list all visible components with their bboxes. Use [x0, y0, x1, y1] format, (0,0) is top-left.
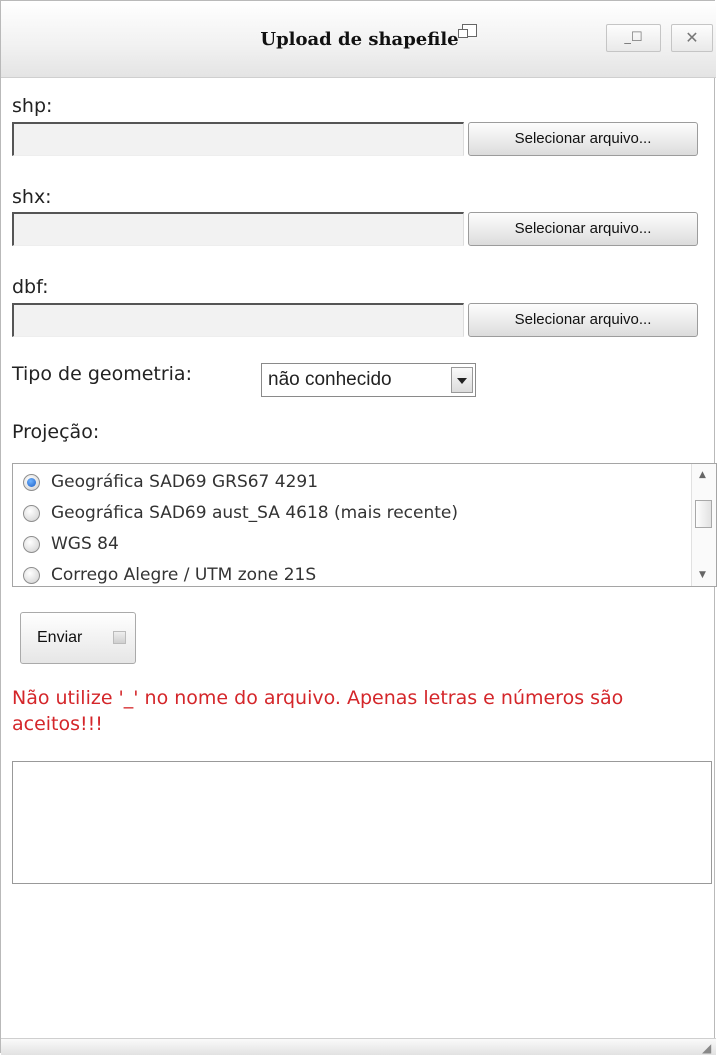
geometry-type-label: Tipo de geometria: — [12, 363, 192, 385]
shp-label: shp: — [12, 95, 53, 117]
filename-warning: Não utilize '_' no nome do arquivo. Apen… — [12, 687, 624, 735]
radio-button[interactable] — [23, 567, 40, 584]
output-textarea[interactable] — [12, 761, 712, 884]
dbf-select-file-button[interactable]: Selecionar arquivo... — [468, 303, 698, 337]
resize-grip-icon[interactable]: ◢ — [702, 1042, 714, 1054]
shp-file-field[interactable] — [12, 122, 464, 156]
popout-icon[interactable] — [457, 24, 477, 38]
projection-option-label: WGS 84 — [51, 534, 119, 554]
maximize-button[interactable]: _☐ — [606, 24, 661, 52]
projection-list[interactable]: Geográfica SAD69 GRS67 4291 Geográfica S… — [12, 463, 717, 587]
shx-label: shx: — [12, 186, 52, 208]
projection-scrollbar[interactable]: ▲ ▼ — [691, 464, 716, 586]
projection-option-label: Geográfica SAD69 aust_SA 4618 (mais rece… — [51, 503, 458, 523]
scroll-down-icon[interactable]: ▼ — [699, 570, 706, 580]
send-icon — [113, 631, 126, 644]
projection-option-label: Corrego Alegre / UTM zone 21S — [51, 565, 317, 585]
send-button-label: Enviar — [37, 629, 83, 646]
chevron-down-icon[interactable] — [451, 367, 473, 393]
radio-button[interactable] — [23, 536, 40, 553]
shp-select-file-button[interactable]: Selecionar arquivo... — [468, 122, 698, 156]
close-button[interactable]: ✕ — [671, 24, 713, 52]
geometry-type-value: não conhecido — [268, 369, 392, 390]
scroll-up-icon[interactable]: ▲ — [699, 470, 706, 480]
projection-option-label: Geográfica SAD69 GRS67 4291 — [51, 472, 319, 492]
dialog-title-text: Upload de shapefile — [260, 29, 459, 50]
send-button[interactable]: Enviar — [20, 612, 136, 664]
projection-label: Projeção: — [12, 421, 100, 443]
radio-button[interactable] — [23, 505, 40, 522]
radio-button-checked[interactable] — [23, 474, 40, 491]
upload-dialog: Upload de shapefile _☐ ✕ shp: Selecionar… — [0, 0, 717, 1055]
dbf-label: dbf: — [12, 276, 49, 298]
dbf-file-field[interactable] — [12, 303, 464, 337]
title-bar[interactable]: Upload de shapefile _☐ ✕ — [1, 1, 716, 78]
shx-select-file-button[interactable]: Selecionar arquivo... — [468, 212, 698, 246]
status-bar: ◢ — [1, 1038, 716, 1055]
geometry-type-select[interactable]: não conhecido — [261, 363, 476, 397]
scroll-thumb[interactable] — [695, 500, 712, 528]
shx-file-field[interactable] — [12, 212, 464, 246]
